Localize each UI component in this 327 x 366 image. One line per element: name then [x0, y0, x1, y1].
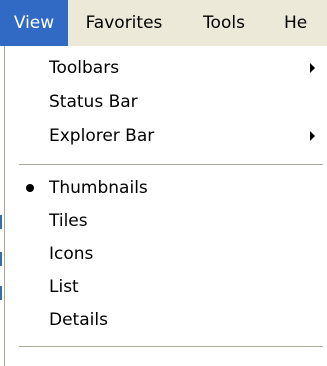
window-edge-mark [0, 286, 2, 300]
window-edge-mark [0, 215, 2, 229]
menu-item-label: List [49, 277, 79, 297]
menu-item-label: Icons [49, 244, 94, 264]
menu-item-label: Thumbnails [49, 178, 148, 198]
menu-separator [19, 346, 323, 348]
menu-tools[interactable]: Tools [180, 0, 268, 46]
menu-separator [19, 164, 323, 166]
menu-item-label: Explorer Bar [49, 126, 155, 146]
chevron-right-icon [310, 63, 315, 73]
menu-item-tiles[interactable]: Tiles [5, 205, 327, 237]
menu-item-details[interactable]: Details [5, 304, 327, 336]
menu-help[interactable]: He [268, 0, 327, 46]
menu-item-status-bar[interactable]: Status Bar [5, 86, 327, 118]
window-edge-mark [0, 252, 2, 266]
menu-bar: View Favorites Tools He [0, 0, 327, 46]
menu-favorites[interactable]: Favorites [68, 0, 180, 46]
menu-view[interactable]: View [0, 0, 68, 46]
menu-item-toolbars[interactable]: Toolbars [5, 52, 327, 84]
view-menu-dropdown: Toolbars Status Bar Explorer Bar Thumbna… [4, 46, 327, 366]
menu-item-label: Status Bar [49, 92, 138, 112]
menu-item-list[interactable]: List [5, 271, 327, 303]
menu-item-thumbnails[interactable]: Thumbnails [5, 172, 327, 204]
radio-bullet-icon [26, 184, 34, 192]
menu-item-explorer-bar[interactable]: Explorer Bar [5, 120, 327, 152]
menu-item-label: Tiles [49, 211, 88, 231]
menu-item-label: Toolbars [49, 58, 120, 78]
menu-item-icons[interactable]: Icons [5, 238, 327, 270]
menu-item-label: Details [49, 310, 108, 330]
chevron-right-icon [310, 131, 315, 141]
